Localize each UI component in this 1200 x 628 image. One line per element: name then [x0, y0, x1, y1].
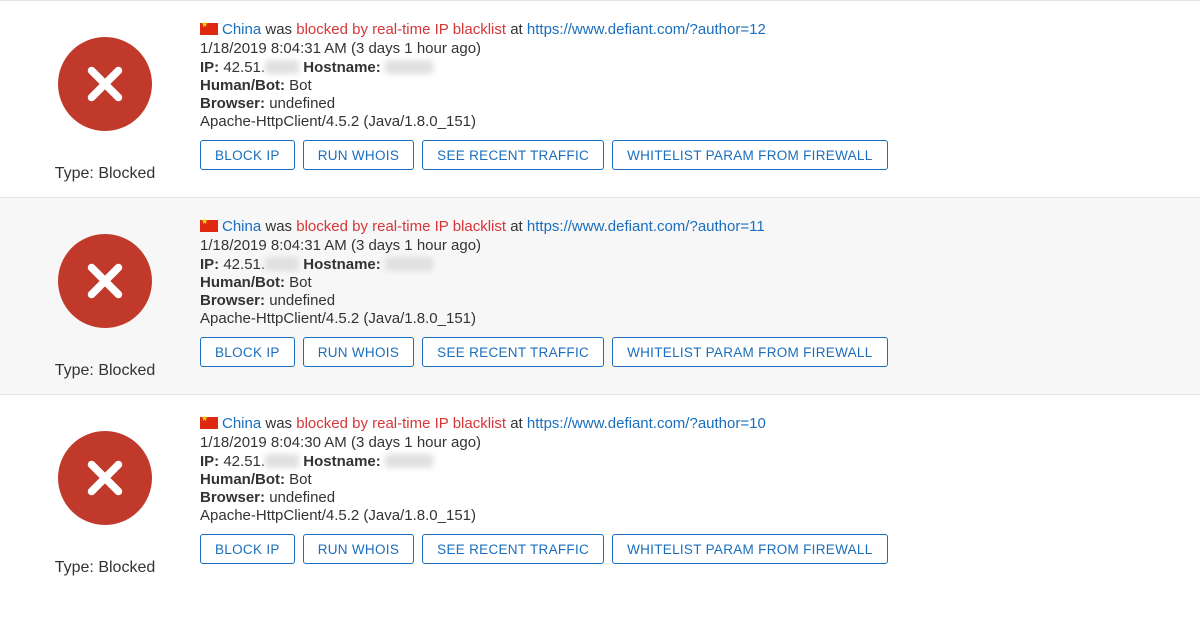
humanbot-value: Bot: [289, 77, 312, 94]
hostname-redacted: [385, 60, 433, 74]
whitelist-param-button[interactable]: WHITELIST PARAM FROM FIREWALL: [612, 337, 887, 367]
entry-status-col: Type: Blocked: [10, 15, 200, 183]
text-at: at: [510, 415, 523, 432]
whitelist-param-button[interactable]: WHITELIST PARAM FROM FIREWALL: [612, 534, 887, 564]
block-ip-button[interactable]: BLOCK IP: [200, 140, 295, 170]
ip-key: IP:: [200, 59, 219, 76]
timestamp: 1/18/2019 8:04:31 AM (3 days 1 hour ago): [200, 237, 1190, 254]
ip-prefix: 42.51.: [223, 59, 265, 76]
run-whois-button[interactable]: RUN WHOIS: [303, 337, 414, 367]
text-was: was: [265, 218, 292, 235]
hostname-redacted: [385, 257, 433, 271]
ip-key: IP:: [200, 453, 219, 470]
target-url-link[interactable]: https://www.defiant.com/?author=11: [527, 218, 765, 235]
entry-content: China was blocked by real-time IP blackl…: [200, 212, 1190, 367]
entry-content: China was blocked by real-time IP blackl…: [200, 409, 1190, 564]
country-link[interactable]: China: [222, 21, 261, 38]
ip-prefix: 42.51.: [223, 256, 265, 273]
humanbot-line: Human/Bot: Bot: [200, 77, 1190, 94]
humanbot-key: Human/Bot:: [200, 274, 285, 291]
type-label: Type: Blocked: [55, 362, 156, 380]
block-reason: blocked by real-time IP blacklist: [296, 21, 506, 38]
browser-key: Browser:: [200, 292, 265, 309]
browser-value: undefined: [269, 292, 335, 309]
humanbot-line: Human/Bot: Bot: [200, 471, 1190, 488]
ip-prefix: 42.51.: [223, 453, 265, 470]
see-recent-traffic-button[interactable]: SEE RECENT TRAFFIC: [422, 337, 604, 367]
blocked-x-icon: [58, 234, 152, 328]
type-label: Type: Blocked: [55, 559, 156, 577]
hostname-key: Hostname:: [303, 453, 381, 470]
browser-line: Browser: undefined: [200, 95, 1190, 112]
browser-line: Browser: undefined: [200, 489, 1190, 506]
humanbot-key: Human/Bot:: [200, 471, 285, 488]
blocked-x-icon: [58, 431, 152, 525]
hostname-key: Hostname:: [303, 256, 381, 273]
text-was: was: [265, 21, 292, 38]
ip-hostname-line: IP: 42.51. Hostname:: [200, 59, 1190, 76]
text-was: was: [265, 415, 292, 432]
timestamp: 1/18/2019 8:04:31 AM (3 days 1 hour ago): [200, 40, 1190, 57]
summary-line: China was blocked by real-time IP blackl…: [200, 21, 1190, 38]
ip-redacted: [265, 454, 299, 468]
humanbot-value: Bot: [289, 471, 312, 488]
run-whois-button[interactable]: RUN WHOIS: [303, 140, 414, 170]
log-entry: Type: Blocked China was blocked by real-t…: [0, 0, 1200, 197]
user-agent: Apache-HttpClient/4.5.2 (Java/1.8.0_151): [200, 507, 1190, 524]
summary-line: China was blocked by real-time IP blackl…: [200, 415, 1190, 432]
block-ip-button[interactable]: BLOCK IP: [200, 534, 295, 564]
log-entry: Type: Blocked China was blocked by real-t…: [0, 394, 1200, 591]
text-at: at: [510, 21, 523, 38]
log-entry: Type: Blocked China was blocked by real-t…: [0, 197, 1200, 394]
type-value: Blocked: [98, 362, 155, 379]
hostname-redacted: [385, 454, 433, 468]
see-recent-traffic-button[interactable]: SEE RECENT TRAFFIC: [422, 534, 604, 564]
humanbot-key: Human/Bot:: [200, 77, 285, 94]
target-url-link[interactable]: https://www.defiant.com/?author=10: [527, 415, 766, 432]
browser-line: Browser: undefined: [200, 292, 1190, 309]
humanbot-line: Human/Bot: Bot: [200, 274, 1190, 291]
target-url-link[interactable]: https://www.defiant.com/?author=12: [527, 21, 766, 38]
blocked-x-icon: [58, 37, 152, 131]
timestamp: 1/18/2019 8:04:30 AM (3 days 1 hour ago): [200, 434, 1190, 451]
type-label: Type: Blocked: [55, 165, 156, 183]
block-reason: blocked by real-time IP blacklist: [296, 415, 506, 432]
ip-redacted: [265, 60, 299, 74]
hostname-key: Hostname:: [303, 59, 381, 76]
ip-hostname-line: IP: 42.51. Hostname:: [200, 453, 1190, 470]
ip-redacted: [265, 257, 299, 271]
entry-status-col: Type: Blocked: [10, 409, 200, 577]
summary-line: China was blocked by real-time IP blackl…: [200, 218, 1190, 235]
browser-value: undefined: [269, 95, 335, 112]
entry-content: China was blocked by real-time IP blackl…: [200, 15, 1190, 170]
user-agent: Apache-HttpClient/4.5.2 (Java/1.8.0_151): [200, 310, 1190, 327]
browser-key: Browser:: [200, 489, 265, 506]
action-buttons: BLOCK IP RUN WHOIS SEE RECENT TRAFFIC WHITE…: [200, 337, 1190, 367]
action-buttons: BLOCK IP RUN WHOIS SEE RECENT TRAFFIC WHITE…: [200, 140, 1190, 170]
type-key: Type:: [55, 165, 94, 182]
ip-key: IP:: [200, 256, 219, 273]
action-buttons: BLOCK IP RUN WHOIS SEE RECENT TRAFFIC WHITE…: [200, 534, 1190, 564]
browser-key: Browser:: [200, 95, 265, 112]
type-value: Blocked: [98, 165, 155, 182]
block-reason: blocked by real-time IP blacklist: [296, 218, 506, 235]
block-ip-button[interactable]: BLOCK IP: [200, 337, 295, 367]
run-whois-button[interactable]: RUN WHOIS: [303, 534, 414, 564]
ip-hostname-line: IP: 42.51. Hostname:: [200, 256, 1190, 273]
user-agent: Apache-HttpClient/4.5.2 (Java/1.8.0_151): [200, 113, 1190, 130]
humanbot-value: Bot: [289, 274, 312, 291]
browser-value: undefined: [269, 489, 335, 506]
flag-icon: [200, 23, 218, 35]
type-key: Type:: [55, 362, 94, 379]
type-key: Type:: [55, 559, 94, 576]
whitelist-param-button[interactable]: WHITELIST PARAM FROM FIREWALL: [612, 140, 887, 170]
flag-icon: [200, 220, 218, 232]
country-link[interactable]: China: [222, 415, 261, 432]
text-at: at: [510, 218, 523, 235]
country-link[interactable]: China: [222, 218, 261, 235]
type-value: Blocked: [98, 559, 155, 576]
see-recent-traffic-button[interactable]: SEE RECENT TRAFFIC: [422, 140, 604, 170]
entry-status-col: Type: Blocked: [10, 212, 200, 380]
flag-icon: [200, 417, 218, 429]
